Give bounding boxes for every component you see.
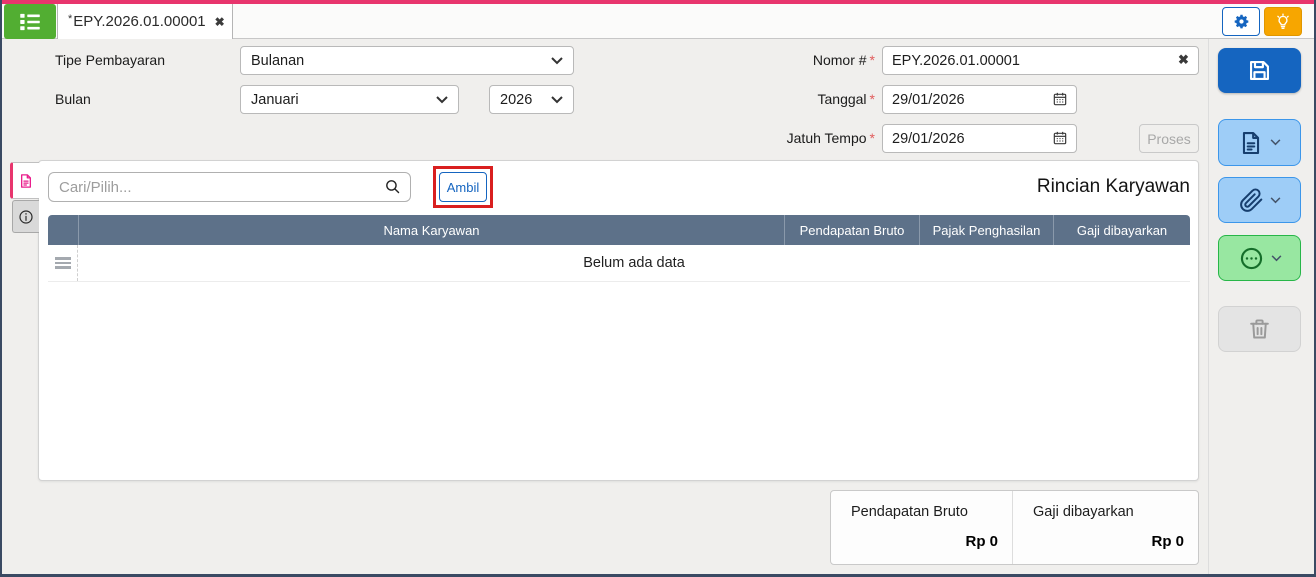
clear-icon[interactable]: ✖ — [1178, 52, 1189, 68]
tahun-select[interactable]: 2026 — [489, 85, 574, 114]
menu-button[interactable] — [4, 4, 56, 39]
summary-label: Pendapatan Bruto — [851, 504, 998, 520]
list-icon — [17, 9, 43, 35]
side-tab-info[interactable] — [12, 200, 39, 233]
chevron-down-icon — [551, 96, 563, 104]
table-header-pendapatan-bruto[interactable]: Pendapatan Bruto — [784, 215, 919, 245]
tab-bar: * EPY.2026.01.00001 ✖ — [2, 4, 1314, 39]
panel-title: Rincian Karyawan — [1037, 176, 1190, 198]
tab-close-icon[interactable]: ✖ — [215, 15, 225, 29]
tanggal-label: Tanggal* — [700, 91, 875, 107]
bulan-label: Bulan — [55, 91, 91, 107]
annotation-highlight-box — [433, 166, 493, 208]
document-icon — [1238, 130, 1264, 156]
table-row: Belum ada data — [48, 245, 1190, 282]
app-window: * EPY.2026.01.00001 ✖ Tipe Pembayaran B — [0, 0, 1316, 577]
window-top-accent — [0, 0, 1316, 4]
nomor-label: Nomor #* — [700, 52, 875, 68]
tab-title: EPY.2026.01.00001 — [73, 13, 205, 30]
summary-card: Pendapatan Bruto Rp 0 Gaji dibayarkan Rp… — [830, 490, 1199, 565]
search-input[interactable] — [48, 172, 411, 202]
tipe-pembayaran-label: Tipe Pembayaran — [55, 52, 165, 68]
jatuh-tempo-input[interactable] — [882, 124, 1077, 153]
table-header-handle — [48, 215, 78, 245]
unsaved-marker: * — [68, 13, 72, 25]
table-header: Nama Karyawan Pendapatan Bruto Pajak Pen… — [48, 215, 1190, 245]
save-button[interactable] — [1218, 48, 1301, 93]
drag-handle-icon[interactable] — [48, 245, 78, 281]
chevron-down-icon — [1271, 255, 1282, 262]
lightbulb-icon — [1274, 13, 1292, 31]
settings-button[interactable] — [1222, 7, 1260, 36]
bulan-select[interactable]: Januari — [240, 85, 459, 114]
detail-panel — [38, 160, 1199, 481]
save-icon — [1246, 57, 1273, 84]
tanggal-input[interactable] — [882, 85, 1077, 114]
paperclip-icon — [1239, 188, 1264, 213]
tab-document[interactable]: * EPY.2026.01.00001 ✖ — [57, 4, 233, 39]
document-actions-button[interactable] — [1218, 119, 1301, 166]
empty-state-text: Belum ada data — [78, 245, 1190, 281]
gear-icon — [1233, 13, 1250, 30]
attachment-button[interactable] — [1218, 177, 1301, 223]
table-header-nama-karyawan[interactable]: Nama Karyawan — [78, 215, 784, 245]
document-icon — [18, 173, 34, 189]
proses-button: Proses — [1139, 124, 1199, 153]
delete-button — [1218, 306, 1301, 352]
required-marker: * — [870, 52, 875, 68]
search-icon[interactable] — [384, 178, 401, 195]
tipe-pembayaran-value: Bulanan — [251, 53, 304, 69]
chevron-down-icon — [551, 57, 563, 65]
calendar-icon[interactable] — [1052, 91, 1068, 107]
summary-value: Rp 0 — [965, 533, 998, 550]
help-button[interactable] — [1264, 7, 1302, 36]
bulan-value: Januari — [251, 92, 299, 108]
summary-gaji-dibayarkan: Gaji dibayarkan Rp 0 — [1013, 491, 1198, 564]
required-marker: * — [870, 130, 875, 146]
summary-pendapatan-bruto: Pendapatan Bruto Rp 0 — [831, 491, 1013, 564]
tipe-pembayaran-select[interactable]: Bulanan — [240, 46, 574, 75]
divider — [1208, 39, 1209, 575]
ellipsis-circle-icon — [1238, 245, 1265, 272]
nomor-input[interactable] — [882, 46, 1199, 75]
required-marker: * — [870, 91, 875, 107]
table-header-pajak-penghasilan[interactable]: Pajak Penghasilan — [919, 215, 1053, 245]
summary-label: Gaji dibayarkan — [1033, 504, 1184, 520]
tahun-value: 2026 — [500, 92, 532, 108]
jatuh-tempo-label: Jatuh Tempo* — [700, 130, 875, 146]
calendar-icon[interactable] — [1052, 130, 1068, 146]
chevron-down-icon — [436, 96, 448, 104]
trash-icon — [1247, 317, 1272, 342]
chevron-down-icon — [1270, 197, 1281, 204]
side-tab-detail[interactable] — [10, 162, 39, 199]
search-field — [48, 172, 411, 202]
more-actions-button[interactable] — [1218, 235, 1301, 281]
chevron-down-icon — [1270, 139, 1281, 146]
table-header-gaji-dibayarkan[interactable]: Gaji dibayarkan — [1053, 215, 1190, 245]
summary-value: Rp 0 — [1151, 533, 1184, 550]
info-icon — [18, 209, 34, 225]
window-border — [0, 0, 2, 577]
